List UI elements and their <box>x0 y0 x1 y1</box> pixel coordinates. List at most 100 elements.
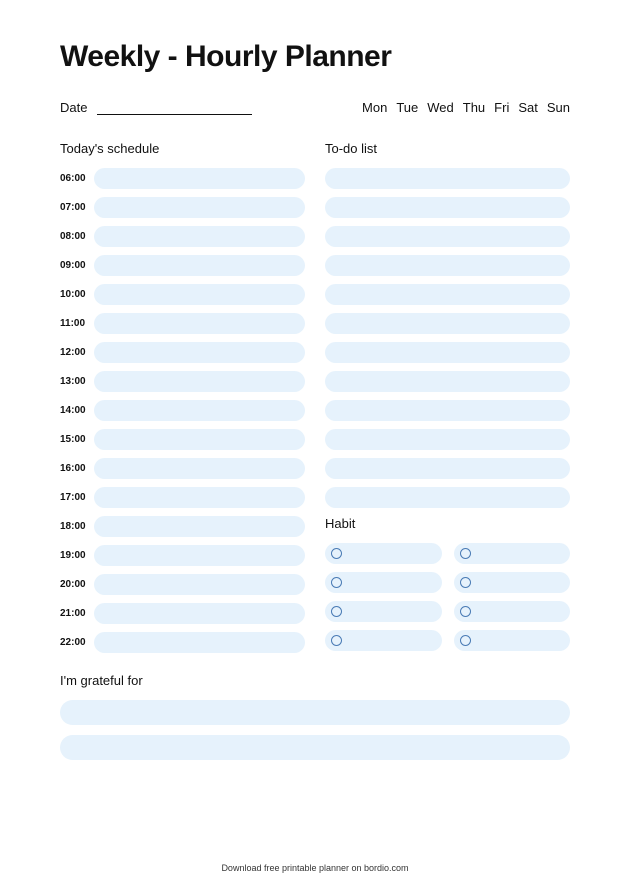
schedule-row: 14:00 <box>60 400 305 421</box>
schedule-row: 13:00 <box>60 371 305 392</box>
schedule-row: 22:00 <box>60 632 305 653</box>
days-list: Mon Tue Wed Thu Fri Sat Sun <box>362 100 570 115</box>
habit-item[interactable] <box>325 601 442 622</box>
schedule-row: 09:00 <box>60 255 305 276</box>
schedule-slot[interactable] <box>94 371 305 392</box>
todo-item[interactable] <box>325 255 570 276</box>
schedule-row: 08:00 <box>60 226 305 247</box>
schedule-row: 17:00 <box>60 487 305 508</box>
hour-label: 11:00 <box>60 318 94 329</box>
schedule-slot[interactable] <box>94 429 305 450</box>
todo-item[interactable] <box>325 487 570 508</box>
schedule-row: 12:00 <box>60 342 305 363</box>
hour-label: 10:00 <box>60 289 94 300</box>
grateful-line[interactable] <box>60 700 570 725</box>
hour-label: 21:00 <box>60 608 94 619</box>
habit-row <box>325 601 570 622</box>
habit-item[interactable] <box>454 572 571 593</box>
schedule-slot[interactable] <box>94 603 305 624</box>
schedule-label: Today's schedule <box>60 141 305 156</box>
hour-label: 16:00 <box>60 463 94 474</box>
grateful-label: I'm grateful for <box>60 673 570 688</box>
date-label: Date <box>60 100 87 115</box>
day-label[interactable]: Tue <box>396 100 418 115</box>
schedule-slot[interactable] <box>94 168 305 189</box>
day-label[interactable]: Fri <box>494 100 509 115</box>
day-label[interactable]: Thu <box>463 100 485 115</box>
hour-label: 08:00 <box>60 231 94 242</box>
hour-label: 20:00 <box>60 579 94 590</box>
todo-item[interactable] <box>325 168 570 189</box>
day-label[interactable]: Wed <box>427 100 454 115</box>
schedule-row: 16:00 <box>60 458 305 479</box>
todo-item[interactable] <box>325 226 570 247</box>
habit-row <box>325 543 570 564</box>
hour-label: 14:00 <box>60 405 94 416</box>
circle-icon[interactable] <box>460 548 471 559</box>
schedule-row: 11:00 <box>60 313 305 334</box>
habit-item[interactable] <box>454 630 571 651</box>
schedule-slot[interactable] <box>94 255 305 276</box>
circle-icon[interactable] <box>460 577 471 588</box>
habit-row <box>325 630 570 651</box>
schedule-slot[interactable] <box>94 342 305 363</box>
habit-item[interactable] <box>325 572 442 593</box>
schedule-slot[interactable] <box>94 313 305 334</box>
habit-row <box>325 572 570 593</box>
todo-item[interactable] <box>325 313 570 334</box>
habit-item[interactable] <box>325 543 442 564</box>
grateful-line[interactable] <box>60 735 570 760</box>
header-row: Date Mon Tue Wed Thu Fri Sat Sun <box>60 100 570 115</box>
circle-icon[interactable] <box>331 635 342 646</box>
hour-label: 19:00 <box>60 550 94 561</box>
todo-item[interactable] <box>325 197 570 218</box>
habit-item[interactable] <box>454 601 571 622</box>
date-input-line[interactable] <box>97 101 252 115</box>
schedule-row: 15:00 <box>60 429 305 450</box>
schedule-slot[interactable] <box>94 545 305 566</box>
habit-item[interactable] <box>454 543 571 564</box>
schedule-row: 19:00 <box>60 545 305 566</box>
circle-icon[interactable] <box>331 548 342 559</box>
schedule-slot[interactable] <box>94 516 305 537</box>
day-label[interactable]: Sat <box>518 100 538 115</box>
hour-label: 18:00 <box>60 521 94 532</box>
hour-label: 22:00 <box>60 637 94 648</box>
schedule-row: 21:00 <box>60 603 305 624</box>
todo-item[interactable] <box>325 342 570 363</box>
habit-item[interactable] <box>325 630 442 651</box>
hour-label: 07:00 <box>60 202 94 213</box>
schedule-slot[interactable] <box>94 284 305 305</box>
schedule-slot[interactable] <box>94 400 305 421</box>
schedule-slot[interactable] <box>94 226 305 247</box>
schedule-row: 10:00 <box>60 284 305 305</box>
todo-item[interactable] <box>325 284 570 305</box>
schedule-row: 18:00 <box>60 516 305 537</box>
todo-item[interactable] <box>325 458 570 479</box>
hour-label: 12:00 <box>60 347 94 358</box>
circle-icon[interactable] <box>460 606 471 617</box>
day-label[interactable]: Mon <box>362 100 387 115</box>
circle-icon[interactable] <box>331 577 342 588</box>
schedule-slot[interactable] <box>94 197 305 218</box>
schedule-slot[interactable] <box>94 487 305 508</box>
todo-label: To-do list <box>325 141 570 156</box>
hour-label: 17:00 <box>60 492 94 503</box>
todo-item[interactable] <box>325 429 570 450</box>
schedule-slot[interactable] <box>94 632 305 653</box>
page-title: Weekly - Hourly Planner <box>60 40 570 74</box>
hour-label: 09:00 <box>60 260 94 271</box>
hour-label: 15:00 <box>60 434 94 445</box>
hour-label: 06:00 <box>60 173 94 184</box>
habit-label: Habit <box>325 516 570 531</box>
circle-icon[interactable] <box>460 635 471 646</box>
schedule-slot[interactable] <box>94 574 305 595</box>
schedule-row: 06:00 <box>60 168 305 189</box>
day-label[interactable]: Sun <box>547 100 570 115</box>
hour-label: 13:00 <box>60 376 94 387</box>
circle-icon[interactable] <box>331 606 342 617</box>
schedule-row: 07:00 <box>60 197 305 218</box>
todo-item[interactable] <box>325 371 570 392</box>
todo-item[interactable] <box>325 400 570 421</box>
schedule-slot[interactable] <box>94 458 305 479</box>
